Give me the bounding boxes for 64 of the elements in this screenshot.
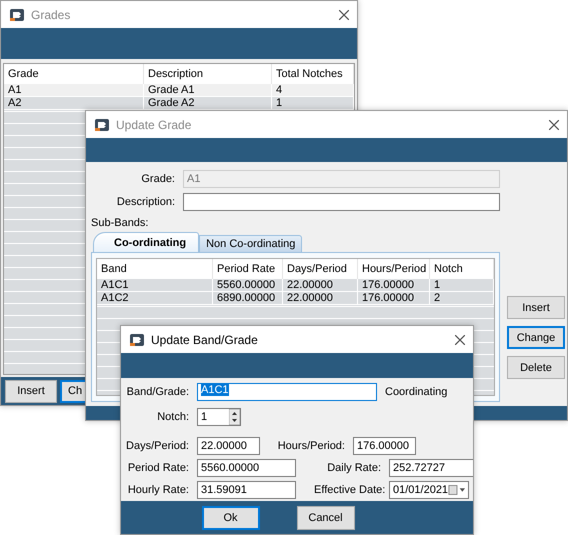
table-cell: A1C2 [97,292,213,305]
calendar-dropdown-icon[interactable] [448,484,466,496]
close-icon[interactable] [339,10,349,20]
table-cell: Grade A2 [144,97,272,110]
action-button[interactable]: Delete [507,356,565,379]
app-icon [9,6,25,22]
field-label: Notch: [156,411,189,423]
spinner-arrows-icon[interactable] [229,409,240,425]
tab[interactable]: Co-ordinating [93,232,200,252]
field-label: Period Rate: [126,462,189,474]
column-header[interactable]: Period Rate [213,259,283,279]
table-cell: A1 [4,84,144,97]
date-field[interactable]: 01/01/2021 [389,481,469,499]
text-field[interactable]: 176.00000 [353,437,416,455]
column-header[interactable]: Notch [430,259,494,279]
column-header[interactable]: Hours/Period [358,259,430,279]
section-label: Sub-Bands: [91,217,150,229]
field-label: Grade: [140,173,175,185]
field-label: Daily Rate: [326,462,381,474]
text-field[interactable]: 31.59091 [197,481,296,499]
window-title: Grades [31,8,72,22]
column-header[interactable]: Days/Period [283,259,358,279]
table-cell: 1 [272,97,354,110]
table-cell: Grade A1 [144,84,272,97]
close-icon[interactable] [455,334,465,344]
field-label: Band/Grade: [126,386,189,398]
table-cell: 176.00000 [358,292,430,305]
tab[interactable]: Non Co-ordinating [199,235,302,252]
text-field[interactable] [183,193,500,211]
app-icon [94,116,110,132]
spin-field[interactable]: 1 [197,408,241,426]
field-label: Hourly Rate: [126,484,189,496]
table-cell: 22.00000 [283,292,358,305]
close-icon[interactable] [549,120,559,130]
table-cell: A1C1 [97,279,213,292]
field-label: Description: [116,196,175,208]
dialog-button[interactable]: Cancel [296,506,354,530]
column-header[interactable]: Description [144,64,272,84]
table-cell: 6890.00000 [213,292,283,305]
band-type: Coordinating [385,386,448,398]
column-header[interactable]: Grade [4,64,144,84]
action-button[interactable]: Change [507,326,565,349]
action-button[interactable]: Insert [507,296,565,319]
app-icon [129,332,145,348]
column-header[interactable]: Total Notches [272,64,354,84]
window-title: Update Grade [116,118,192,132]
text-field[interactable]: 22.00000 [197,437,260,455]
text-field[interactable]: A1C1 [197,383,377,401]
grades-button[interactable]: Insert [5,380,57,402]
table-cell: 2 [430,292,494,305]
table-cell: 4 [272,84,354,97]
table-cell: 176.00000 [358,279,430,292]
text-field[interactable]: 5560.00000 [197,459,296,477]
table-cell: A2 [4,97,144,110]
column-header[interactable]: Band [97,259,213,279]
field-label: Days/Period: [125,440,189,452]
selected-text: A1C1 [201,384,229,396]
dialog-button[interactable]: Ok [202,506,260,530]
table-cell: 1 [430,279,494,292]
text-field[interactable]: 252.72727 [389,459,473,477]
grades-button[interactable]: Ch [60,380,86,402]
table-cell: 22.00000 [283,279,358,292]
window-title: Update Band/Grade [151,332,259,346]
table-cell: 5560.00000 [213,279,283,292]
